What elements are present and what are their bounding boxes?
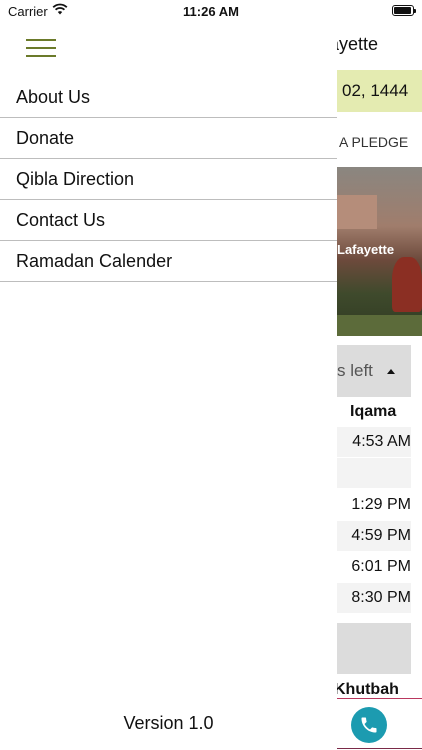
countdown-bar[interactable]: s left <box>337 345 411 397</box>
iqama-row: 4:53 AM <box>337 427 411 457</box>
iqama-time: 4:53 AM <box>352 433 411 450</box>
iqama-time: 6:01 PM <box>351 558 411 575</box>
iqama-time: 1:29 PM <box>351 496 411 513</box>
bottom-divider <box>337 748 422 749</box>
screen-title-fragment: ayette <box>337 34 379 54</box>
tab-bar-divider <box>337 698 422 699</box>
status-bar: Carrier 11:26 AM <box>0 0 422 22</box>
phone-icon <box>361 717 377 733</box>
menu-icon-bar <box>26 47 56 49</box>
menu-item-donate[interactable]: Donate <box>0 118 337 159</box>
battery-icon <box>392 5 416 16</box>
background-screen: ayette 02, 1444 A PLEDGE Lafayette s lef… <box>337 22 422 750</box>
menu-icon-bar <box>26 55 56 57</box>
hijri-date-fragment: 02, 1444 <box>342 81 409 100</box>
menu-icon[interactable] <box>26 39 56 59</box>
pledge-link[interactable]: A PLEDGE <box>339 134 408 150</box>
masjid-photo: Lafayette <box>337 167 422 336</box>
call-button[interactable] <box>351 707 387 743</box>
iqama-row <box>337 458 411 488</box>
hijri-date-band: 02, 1444 <box>337 70 422 112</box>
photo-building <box>337 195 377 229</box>
photo-caption: Lafayette <box>337 242 395 257</box>
menu-icon-bar <box>26 39 56 41</box>
iqama-row: 8:30 PM <box>337 583 411 613</box>
iqama-time: 8:30 PM <box>351 589 411 606</box>
iqama-row: 6:01 PM <box>337 552 411 582</box>
countdown-text: s left <box>337 361 373 380</box>
photo-ground <box>337 315 422 336</box>
menu-item-ramadan-calender[interactable]: Ramadan Calender <box>0 241 337 282</box>
iqama-row: 4:59 PM <box>337 521 411 551</box>
photo-tree <box>392 257 422 312</box>
app-version: Version 1.0 <box>123 713 214 733</box>
drawer-menu: About Us Donate Qibla Direction Contact … <box>0 77 337 282</box>
menu-item-about-us[interactable]: About Us <box>0 77 337 118</box>
menu-item-contact-us[interactable]: Contact Us <box>0 200 337 241</box>
khutbah-header: Khutbah <box>337 681 399 698</box>
status-time: 11:26 AM <box>183 4 239 19</box>
caret-up-icon <box>387 369 395 374</box>
menu-item-qibla-direction[interactable]: Qibla Direction <box>0 159 337 200</box>
iqama-time: 4:59 PM <box>351 527 411 544</box>
jumuah-header-band <box>337 623 411 674</box>
iqama-header: Iqama <box>350 403 397 420</box>
iqama-row: 1:29 PM <box>337 490 411 520</box>
side-drawer: About Us Donate Qibla Direction Contact … <box>0 22 337 750</box>
